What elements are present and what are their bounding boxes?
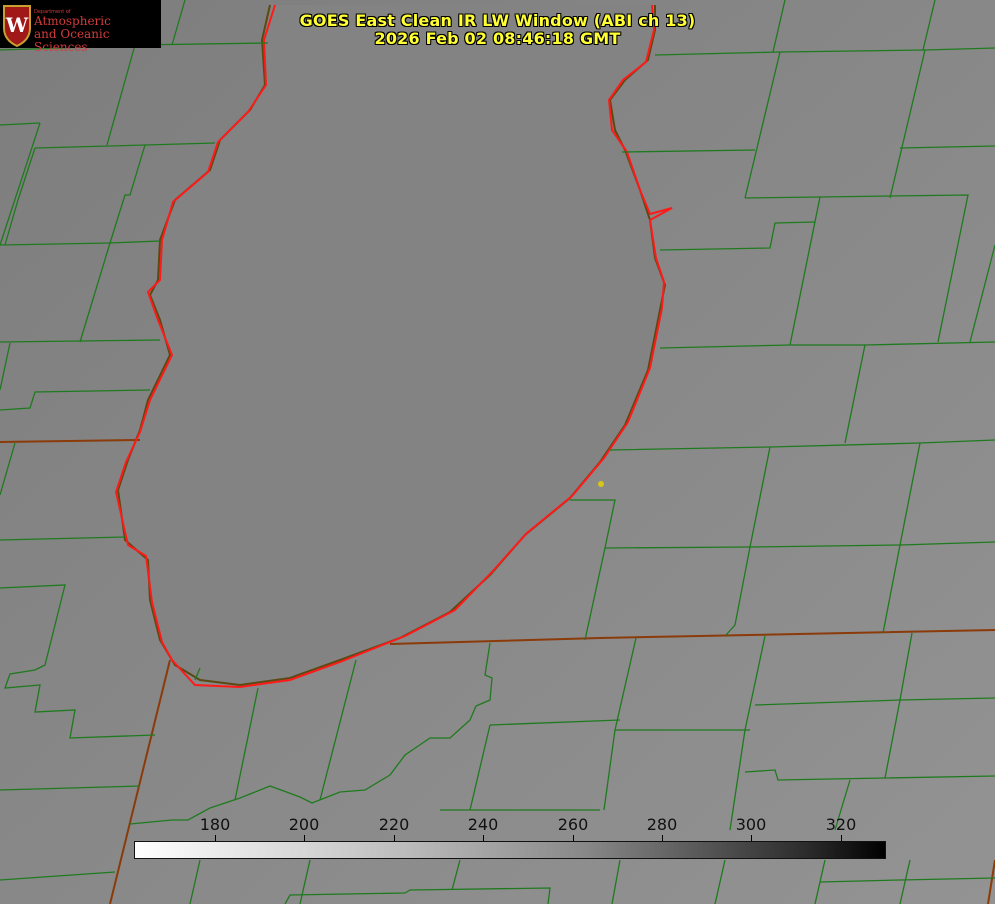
colorbar-tick: [215, 835, 216, 841]
colorbar-tick: [662, 835, 663, 841]
colorbar-tick-label: 180: [199, 815, 231, 834]
colorbar: [134, 841, 886, 859]
colorbar-tick-label: 200: [288, 815, 320, 834]
location-marker: [598, 481, 604, 487]
colorbar-tick-label: 280: [646, 815, 678, 834]
image-timestamp: 2026 Feb 02 08:46:18 GMT: [374, 29, 621, 48]
colorbar-tick-label: 220: [378, 815, 410, 834]
colorbar-tick-label: 300: [735, 815, 767, 834]
colorbar-tick: [304, 835, 305, 841]
colorbar-tick: [841, 835, 842, 841]
colorbar-tick-label: 260: [557, 815, 589, 834]
colorbar-tick: [483, 835, 484, 841]
map-canvas: [0, 0, 995, 904]
colorbar-tick: [751, 835, 752, 841]
colorbar-tick: [394, 835, 395, 841]
colorbar-tick: [573, 835, 574, 841]
image-title: GOES East Clean IR LW Window (ABI ch 13): [299, 11, 696, 30]
colorbar-tick-label: 240: [467, 815, 499, 834]
colorbar-tick-label: 320: [825, 815, 857, 834]
